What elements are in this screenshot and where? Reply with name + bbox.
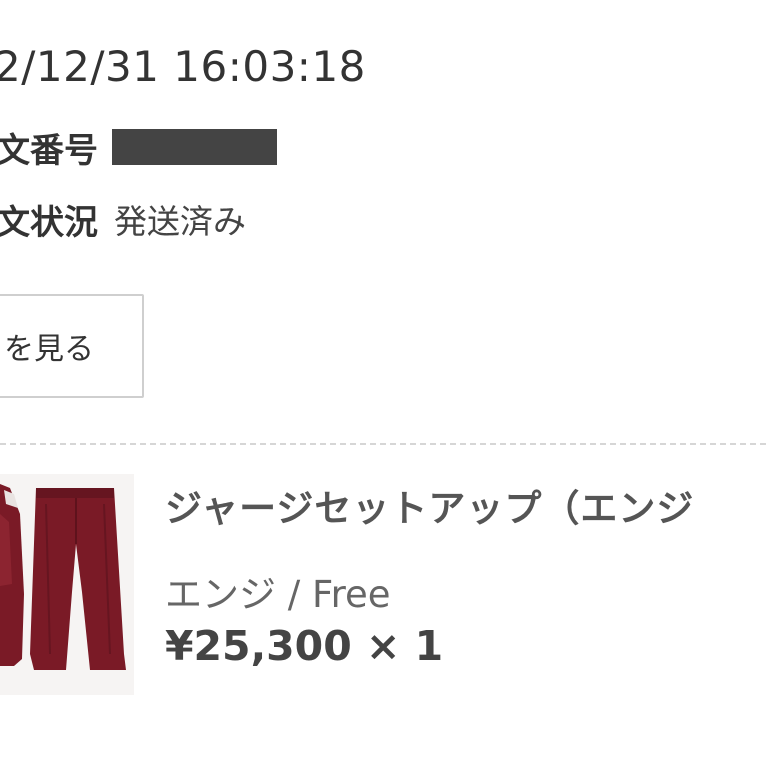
order-number-label: 文番号 [0,130,98,171]
tracksuit-image [0,474,134,695]
order-status-label: 文状況 [0,202,98,243]
view-details-button-label: を見る [4,332,94,367]
dashed-divider [0,443,766,445]
order-number-redacted [112,129,277,165]
order-number-row: 文番号 [0,124,277,171]
view-details-button[interactable]: を見る [0,294,144,398]
product-variant: エンジ / Free [165,573,391,616]
order-status-row: 文状況 発送済み [0,196,246,243]
order-date: 2/12/31 16:03:18 [0,42,366,91]
product-title[interactable]: ジャージセットアップ（エンジ [165,478,694,532]
product-thumbnail[interactable] [0,474,134,695]
order-status-value: 発送済み [114,202,246,241]
product-price: ¥25,300 × 1 [165,622,444,670]
